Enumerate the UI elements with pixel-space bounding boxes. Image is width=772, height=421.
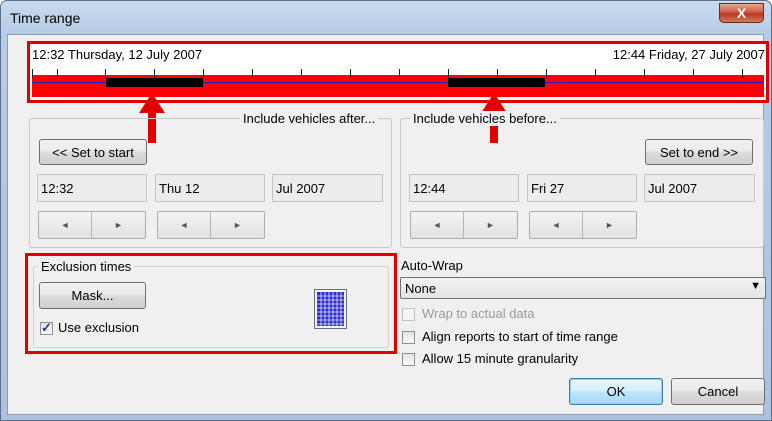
auto-wrap-selected-value: None <box>405 281 437 296</box>
timeline-tick <box>595 69 596 78</box>
timeline-start-handle[interactable] <box>106 78 203 87</box>
granularity-label[interactable]: Allow 15 minute granularity <box>422 351 578 366</box>
spin-right-icon[interactable]: ► <box>464 212 517 238</box>
set-to-start-button[interactable]: << Set to start <box>39 139 147 165</box>
spin-left-icon[interactable]: ◄ <box>39 212 92 238</box>
before-time-field[interactable]: 12:44 <box>409 174 519 202</box>
exclusion-times-label: Exclusion times <box>38 259 135 274</box>
timeline-tick <box>693 69 694 78</box>
window-title: Time range <box>10 10 81 26</box>
title-bar[interactable]: Time range X <box>1 1 771 35</box>
align-reports-checkbox[interactable] <box>402 331 415 344</box>
timeline-tick-band <box>32 69 764 75</box>
spin-right-icon[interactable]: ► <box>583 212 636 238</box>
timeline-tick <box>203 69 204 78</box>
after-time-field[interactable]: 12:32 <box>37 174 147 202</box>
timeline-tick <box>57 69 58 78</box>
exclusion-panel: Exclusion times Mask... Use exclusion <box>25 253 397 354</box>
before-month-field[interactable]: Jul 2007 <box>644 174 755 202</box>
timeline-end-label: 12:44 Friday, 27 July 2007 <box>612 47 765 62</box>
timeline-tick <box>301 69 302 78</box>
timeline-tick <box>448 69 449 78</box>
spin-left-icon[interactable]: ◄ <box>411 212 464 238</box>
timeline-tick <box>154 69 155 78</box>
timeline-tick <box>32 69 33 78</box>
before-day-spinner[interactable]: ◄ ► <box>529 211 637 239</box>
mask-button[interactable]: Mask... <box>39 282 146 309</box>
set-to-end-button[interactable]: Set to end >> <box>645 139 753 165</box>
wrap-actual-data-label: Wrap to actual data <box>422 306 535 321</box>
after-time-spinner[interactable]: ◄ ► <box>38 211 146 239</box>
include-after-label: Include vehicles after... <box>240 111 379 126</box>
before-time-spinner[interactable]: ◄ ► <box>410 211 518 239</box>
after-day-spinner[interactable]: ◄ ► <box>157 211 265 239</box>
timeline-tick <box>252 69 253 78</box>
timeline-tick <box>399 69 400 78</box>
chevron-down-icon[interactable]: ▼ <box>750 280 761 292</box>
use-exclusion-checkbox[interactable] <box>40 320 53 336</box>
before-day-field[interactable]: Fri 27 <box>527 174 637 202</box>
timeline-end-handle[interactable] <box>448 78 545 87</box>
after-day-field[interactable]: Thu 12 <box>155 174 265 202</box>
timeline-tick <box>497 69 498 78</box>
timeline-tick <box>644 69 645 78</box>
spin-left-icon[interactable]: ◄ <box>530 212 583 238</box>
after-month-field[interactable]: Jul 2007 <box>272 174 383 202</box>
cancel-button[interactable]: Cancel <box>671 378 765 405</box>
include-before-label: Include vehicles before... <box>410 111 560 126</box>
timeline-start-label: 12:32 Thursday, 12 July 2007 <box>32 47 203 62</box>
close-icon: X <box>736 5 747 21</box>
calendar-grid-icon[interactable] <box>314 289 347 329</box>
use-exclusion-label[interactable]: Use exclusion <box>58 320 139 335</box>
timeline-tick <box>546 69 547 78</box>
align-reports-label[interactable]: Align reports to start of time range <box>422 329 618 344</box>
timeline-tick <box>742 69 743 78</box>
close-button[interactable]: X <box>719 3 764 23</box>
wrap-actual-data-checkbox[interactable] <box>402 308 415 321</box>
granularity-checkbox[interactable] <box>402 353 415 366</box>
auto-wrap-label: Auto-Wrap <box>401 258 463 273</box>
timeline-tick <box>105 69 106 78</box>
spin-right-icon[interactable]: ► <box>92 212 145 238</box>
spin-right-icon[interactable]: ► <box>211 212 264 238</box>
spin-left-icon[interactable]: ◄ <box>158 212 211 238</box>
timeline-tick <box>350 69 351 78</box>
auto-wrap-select[interactable]: None ▼ <box>400 277 766 299</box>
ok-button[interactable]: OK <box>569 378 663 405</box>
